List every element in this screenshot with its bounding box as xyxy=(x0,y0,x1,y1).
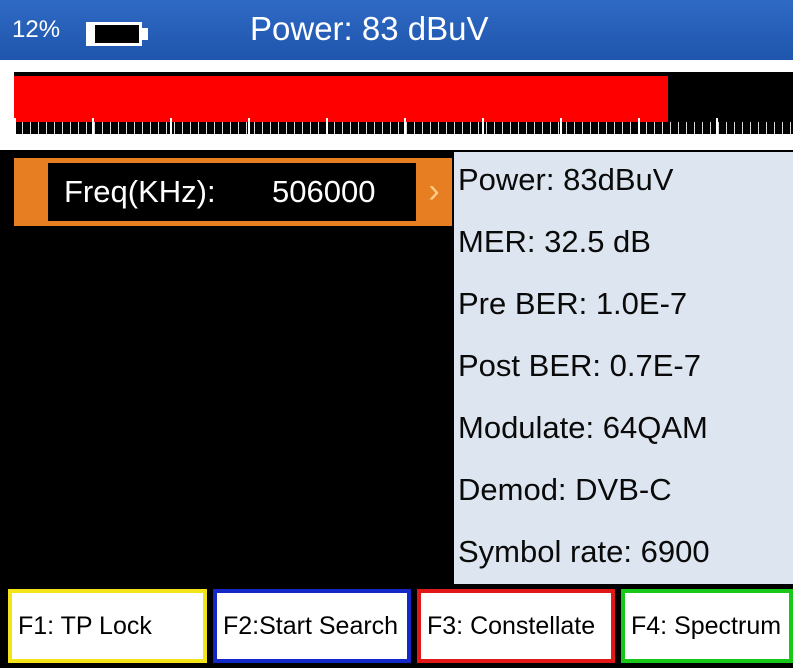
meter-major-tick xyxy=(326,118,328,136)
info-demod: Demod: DVB-C xyxy=(458,472,672,507)
frequency-label: Freq(KHz): xyxy=(64,174,216,209)
f2-start-search-button[interactable]: F2:Start Search xyxy=(213,589,411,663)
battery-icon xyxy=(86,22,142,46)
info-modulation: Modulate: 64QAM xyxy=(458,410,708,445)
meter-major-tick xyxy=(170,118,172,136)
chevron-right-icon[interactable]: › xyxy=(422,158,446,226)
battery-percentage: 12% xyxy=(12,16,61,43)
meter-major-tick xyxy=(482,118,484,136)
info-pre-ber: Pre BER: 1.0E-7 xyxy=(458,286,688,321)
info-symbol-rate: Symbol rate: 6900 xyxy=(458,534,710,569)
battery-fill xyxy=(89,25,95,43)
meter-major-tick xyxy=(14,118,16,136)
meter-major-tick xyxy=(248,118,250,136)
function-key-bar: F1: TP Lock F2:Start Search F3: Constell… xyxy=(0,584,793,668)
f1-tp-lock-button[interactable]: F1: TP Lock xyxy=(8,589,207,663)
f4-spectrum-button[interactable]: F4: Spectrum xyxy=(621,589,793,663)
signal-meter-frame xyxy=(0,60,793,150)
battery-tip xyxy=(142,28,148,40)
f3-constellate-button[interactable]: F3: Constellate xyxy=(417,589,615,663)
meter-major-tick xyxy=(404,118,406,136)
frequency-value[interactable]: 506000 xyxy=(272,163,375,221)
measurement-panel: Power: 83dBuV MER: 32.5 dB Pre BER: 1.0E… xyxy=(454,152,793,584)
frequency-field[interactable]: Freq(KHz): 506000 xyxy=(48,163,416,221)
info-power: Power: 83dBuV xyxy=(458,162,674,197)
info-post-ber: Post BER: 0.7E-7 xyxy=(458,348,701,383)
info-mer: MER: 32.5 dB xyxy=(458,224,651,259)
status-bar: 12% Power: 83 dBuV xyxy=(0,0,793,60)
main-panel: Freq(KHz): 506000 › xyxy=(0,152,454,584)
meter-major-tick xyxy=(638,118,640,136)
signal-level-bar xyxy=(14,76,669,122)
frequency-row[interactable]: Freq(KHz): 506000 › xyxy=(14,158,452,226)
meter-major-tick xyxy=(92,118,94,136)
meter-major-tick xyxy=(716,118,718,136)
power-title: Power: 83 dBuV xyxy=(250,10,489,47)
meter-major-tick xyxy=(560,118,562,136)
